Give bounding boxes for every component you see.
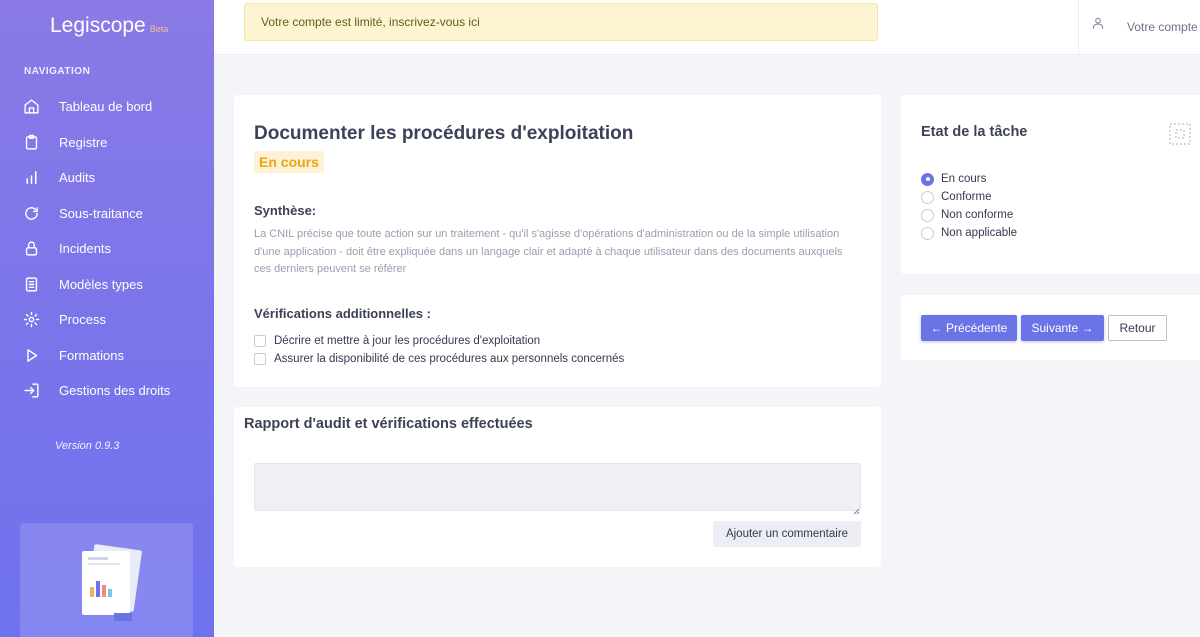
brand-logo[interactable]: Legiscope Beta [50, 14, 168, 38]
expand-icon[interactable] [1168, 122, 1192, 151]
document-icon [22, 275, 40, 293]
sidebar-nav: Tableau de bord Registre Audits Sous-tra… [0, 89, 214, 409]
verification-label: Assurer la disponibilité de ces procédur… [274, 353, 625, 365]
state-radio[interactable] [921, 226, 934, 240]
audit-report-card: Rapport d'audit et vérifications effectu… [234, 407, 881, 567]
page-title: Documenter les procédures d'exploitation [254, 123, 634, 144]
report-heading: Rapport d'audit et vérifications effectu… [244, 416, 533, 432]
clipboard-icon [22, 133, 40, 151]
back-button[interactable]: Retour [1108, 315, 1167, 341]
add-comment-button[interactable]: Ajouter un commentaire [713, 521, 861, 547]
sidebar-item-modeles-types[interactable]: Modèles types [0, 267, 214, 303]
sidebar-item-registre[interactable]: Registre [0, 125, 214, 161]
verification-item[interactable]: Décrire et mettre à jour les procédures … [254, 332, 624, 350]
task-state-card: Etat de la tâche En cours Conforme Non c… [901, 95, 1200, 274]
verifications-list: Décrire et mettre à jour les procédures … [254, 332, 624, 368]
state-option-en-cours[interactable]: En cours [921, 170, 1017, 188]
brand-name: Legiscope [50, 14, 146, 37]
state-option-label: En cours [941, 173, 987, 185]
lock-icon [22, 240, 40, 258]
top-bar: Votre compte est limité, inscrivez-vous … [214, 0, 1200, 55]
sidebar-item-gestions-des-droits[interactable]: Gestions des droits [0, 373, 214, 409]
verifications-heading: Vérifications additionnelles : [254, 306, 431, 321]
state-option-label: Conforme [941, 191, 992, 203]
account-menu[interactable]: Votre compte [1078, 0, 1200, 55]
state-radio[interactable] [921, 172, 934, 186]
state-radio[interactable] [921, 208, 934, 222]
sidebar-item-label: Gestions des droits [59, 383, 171, 399]
sidebar-item-label: Tableau de bord [59, 99, 153, 115]
gear-icon [22, 311, 40, 329]
verification-checkbox[interactable] [254, 353, 266, 365]
state-option-non-conforme[interactable]: Non conforme [921, 206, 1017, 224]
status-badge: En cours [254, 151, 324, 173]
verification-label: Décrire et mettre à jour les procédures … [274, 335, 541, 347]
verification-item[interactable]: Assurer la disponibilité de ces procédur… [254, 350, 624, 368]
sidebar-item-incidents[interactable]: Incidents [0, 231, 214, 267]
play-icon [22, 346, 40, 364]
documents-illustration-icon [76, 543, 146, 628]
state-radio[interactable] [921, 190, 934, 204]
state-option-label: Non conforme [941, 209, 1014, 221]
task-navigation-card: ← Précédente Suivante → Retour [901, 295, 1200, 360]
sidebar: Legiscope Beta NAVIGATION Tableau de bord… [0, 0, 214, 637]
sidebar-item-label: Process [59, 312, 106, 328]
sidebar-item-label: Incidents [59, 241, 112, 257]
promo-card[interactable] [20, 523, 193, 637]
task-card: Documenter les procédures d'exploitation… [234, 95, 881, 387]
synthesis-text: La CNIL précise que toute action sur un … [254, 228, 843, 275]
account-limited-alert[interactable]: Votre compte est limité, inscrivez-vous … [244, 3, 878, 41]
sidebar-item-label: Sous-traitance [59, 205, 143, 221]
login-icon [22, 382, 40, 400]
sidebar-item-formations[interactable]: Formations [0, 338, 214, 374]
user-icon [1091, 16, 1105, 35]
state-heading: Etat de la tâche [921, 124, 1028, 140]
state-option-conforme[interactable]: Conforme [921, 188, 1017, 206]
home-icon [22, 98, 40, 116]
sidebar-item-tableau-de-bord[interactable]: Tableau de bord [0, 89, 214, 125]
sidebar-item-label: Audits [59, 170, 96, 186]
state-option-non-applicable[interactable]: Non applicable [921, 224, 1017, 242]
verification-checkbox[interactable] [254, 335, 266, 347]
resize-handle-icon[interactable] [853, 502, 860, 520]
synthesis-heading: Synthèse: [254, 203, 317, 218]
previous-button[interactable]: ← Précédente [921, 315, 1017, 341]
sidebar-item-label: Registre [59, 134, 108, 150]
sidebar-item-label: Modèles types [59, 276, 143, 292]
report-textarea[interactable] [254, 463, 861, 511]
next-button[interactable]: Suivante → [1021, 315, 1104, 341]
sidebar-item-audits[interactable]: Audits [0, 160, 214, 196]
beta-badge: Beta [149, 24, 169, 34]
sidebar-item-label: Formations [59, 347, 125, 363]
sidebar-item-sous-traitance[interactable]: Sous-traitance [0, 196, 214, 232]
state-radio-group: En cours Conforme Non conforme Non appli… [921, 170, 1017, 242]
state-option-label: Non applicable [941, 227, 1018, 239]
sidebar-item-process[interactable]: Process [0, 302, 214, 338]
version-label: Version 0.9.3 [55, 440, 120, 452]
refresh-icon [22, 204, 40, 222]
account-label: Votre compte [1127, 20, 1198, 34]
nav-heading: NAVIGATION [24, 66, 91, 77]
bar-chart-icon [22, 169, 40, 187]
